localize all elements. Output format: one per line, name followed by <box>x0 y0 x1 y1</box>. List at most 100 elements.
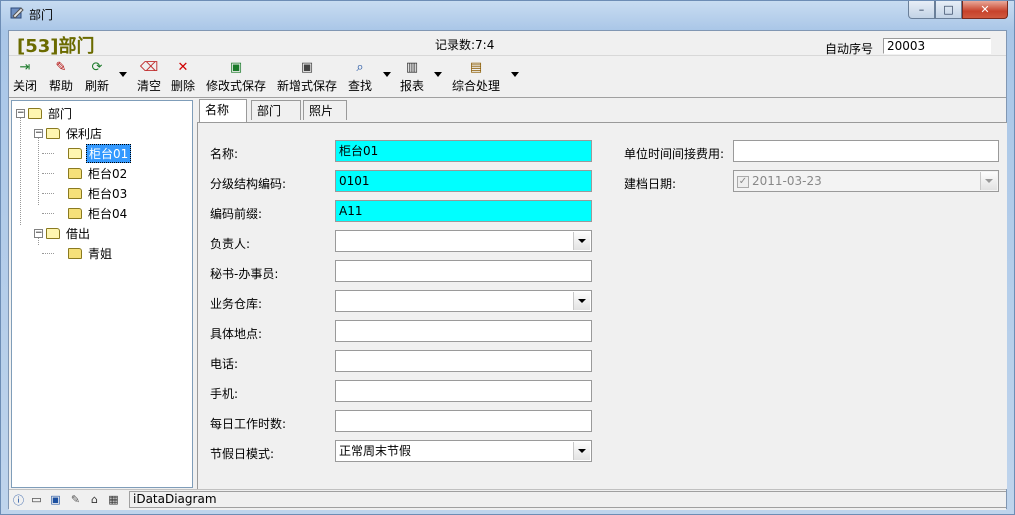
field-label: 电话: <box>210 357 239 371</box>
department-tree[interactable]: − 部门 − 保利店 柜台01 柜台02 柜台03 柜台04 − 借出 青姐 <box>11 100 193 488</box>
refresh-dropdown-icon[interactable] <box>119 72 127 77</box>
select-value: 正常周末节假 <box>339 444 412 458</box>
collapse-icon[interactable]: − <box>16 108 25 118</box>
refresh-tool-button[interactable]: ⟳ 刷新 <box>85 58 109 94</box>
exit-door-icon: ⇥ <box>19 60 31 75</box>
info-icon[interactable]: ⓘ <box>12 493 25 507</box>
tool-label: 帮助 <box>49 79 74 93</box>
process-dropdown-icon[interactable] <box>511 72 519 77</box>
body-area: − 部门 − 保利店 柜台01 柜台02 柜台03 柜台04 − 借出 青姐 名… <box>9 97 1007 489</box>
date-value: 2011-03-23 <box>752 174 822 188</box>
tree-node-item[interactable]: 柜台01 <box>68 143 132 163</box>
status-bar: ⓘ ▭ ▣ ✎ ⌂ ▦ iDataDiagram <box>9 489 1006 510</box>
tree-node-group[interactable]: − 保利店 <box>34 124 104 142</box>
window-icon[interactable]: ▣ <box>49 493 62 506</box>
save-new-icon: ▣ <box>300 60 314 75</box>
folder-icon <box>68 247 82 259</box>
process-tool-button[interactable]: ▤ 综合处理 <box>452 58 500 94</box>
folder-open-icon <box>28 107 42 119</box>
field-label: 分级结构编码: <box>210 177 287 191</box>
calculator-icon[interactable]: ▦ <box>107 493 120 506</box>
save-edit-icon: ▣ <box>229 60 243 75</box>
header-bar: [53]部门 记录数:7:4 自动序号 20003 <box>9 31 1006 57</box>
minimize-button[interactable]: – <box>908 1 935 19</box>
name-field[interactable]: 柜台01 <box>335 140 592 162</box>
chevron-down-icon[interactable] <box>573 232 590 250</box>
tree-node-item[interactable]: 柜台02 <box>68 164 129 182</box>
chevron-down-icon[interactable] <box>573 442 590 460</box>
maximize-button[interactable]: □ <box>935 1 962 19</box>
mobile-field[interactable] <box>335 380 592 402</box>
form-panel: 名称: 柜台01 分级结构编码: 0101 编码前缀: A11 负责人: 秘书-… <box>197 122 1007 489</box>
code-prefix-field[interactable]: A11 <box>335 200 592 222</box>
app-icon <box>10 7 24 19</box>
tree-node-item[interactable]: 柜台03 <box>68 184 129 202</box>
close-tool-button[interactable]: ⇥ 关闭 <box>13 58 37 94</box>
tool-label: 修改式保存 <box>206 79 267 93</box>
collapse-icon[interactable]: − <box>34 128 43 138</box>
tab-department-type[interactable]: 部门类. <box>251 100 301 138</box>
computer-icon[interactable]: ▭ <box>30 493 43 506</box>
folder-icon <box>68 167 82 179</box>
secretary-field[interactable] <box>335 260 592 282</box>
search-dropdown-icon[interactable] <box>383 72 391 77</box>
tree-node-label: 部门 <box>48 106 73 121</box>
search-magnifier-icon: ⌕ <box>356 60 364 75</box>
checkbox-checked-icon[interactable]: ✓ <box>737 175 749 188</box>
tree-node-label: 柜台03 <box>88 186 128 201</box>
field-label: 秘书-办事员: <box>210 267 279 281</box>
toolbar: ⇥ 关闭 ✎ 帮助 ⟳ 刷新 ⌫ 清空 ✕ 删除 ▣ 修改式保存 ▣ 新增式保存… <box>9 56 1006 96</box>
warehouse-select[interactable] <box>335 290 592 312</box>
close-icon: ✕ <box>980 3 990 16</box>
tree-node-label: 保利店 <box>66 126 103 141</box>
delete-tool-button[interactable]: ✕ 删除 <box>171 58 195 94</box>
tree-node-group[interactable]: − 借出 <box>34 224 92 242</box>
save-new-tool-button[interactable]: ▣ 新增式保存 <box>277 58 337 94</box>
save-edit-tool-button[interactable]: ▣ 修改式保存 <box>206 58 266 94</box>
tree-node-root[interactable]: − 部门 <box>16 104 74 122</box>
manager-select[interactable] <box>335 230 592 252</box>
folder-icon <box>68 187 82 199</box>
location-field[interactable] <box>335 320 592 342</box>
report-dropdown-icon[interactable] <box>434 72 442 77</box>
maximize-icon: □ <box>943 3 954 16</box>
auto-seq-field[interactable]: 20003 <box>883 38 991 54</box>
clear-tool-button[interactable]: ⌫ 清空 <box>137 58 161 94</box>
hierarchy-code-field[interactable]: 0101 <box>335 170 592 192</box>
tool-label: 新增式保存 <box>277 79 338 93</box>
close-button[interactable]: ✕ <box>962 1 1008 19</box>
client-area: [53]部门 记录数:7:4 自动序号 20003 ⇥ 关闭 ✎ 帮助 ⟳ 刷新… <box>8 30 1007 510</box>
title-bar[interactable]: 部门 – □ ✕ <box>1 1 1014 27</box>
holiday-mode-select[interactable]: 正常周末节假 <box>335 440 592 462</box>
app-window: 部门 – □ ✕ [53]部门 记录数:7:4 自动序号 20003 ⇥ 关闭 … <box>0 0 1015 515</box>
daily-hours-field[interactable] <box>335 410 592 432</box>
record-count: 记录数:7:4 <box>435 38 495 52</box>
created-date-picker[interactable]: ✓ 2011-03-23 <box>733 170 999 192</box>
network-icon[interactable]: ⌂ <box>88 493 101 506</box>
search-tool-button[interactable]: ⌕ 查找 <box>348 58 372 94</box>
edit-icon[interactable]: ✎ <box>69 493 82 506</box>
tab-photo[interactable]: 照片 <box>303 100 347 120</box>
tree-node-item[interactable]: 青姐 <box>68 244 114 262</box>
tree-node-item[interactable]: 柜台04 <box>68 204 129 222</box>
chevron-down-icon[interactable] <box>980 172 997 190</box>
field-label: 业务仓库: <box>210 297 263 311</box>
tab-name[interactable]: 名称 <box>199 99 247 122</box>
help-tool-button[interactable]: ✎ 帮助 <box>49 58 73 94</box>
window-title: 部门 <box>29 8 54 22</box>
tool-label: 查找 <box>348 79 373 93</box>
folder-open-icon <box>68 147 82 159</box>
indirect-cost-field[interactable] <box>733 140 999 162</box>
page-title: [53]部门 <box>17 36 95 57</box>
tool-label: 清空 <box>137 79 162 93</box>
report-tool-button[interactable]: ▥ 报表 <box>400 58 424 94</box>
tree-node-label: 借出 <box>66 226 91 241</box>
phone-field[interactable] <box>335 350 592 372</box>
tool-label: 报表 <box>400 79 425 93</box>
tool-label: 关闭 <box>13 79 38 93</box>
field-label: 每日工作时数: <box>210 417 287 431</box>
refresh-icon: ⟳ <box>91 60 103 75</box>
collapse-icon[interactable]: − <box>34 228 43 238</box>
tree-node-label-selected: 柜台01 <box>86 143 132 163</box>
chevron-down-icon[interactable] <box>573 292 590 310</box>
